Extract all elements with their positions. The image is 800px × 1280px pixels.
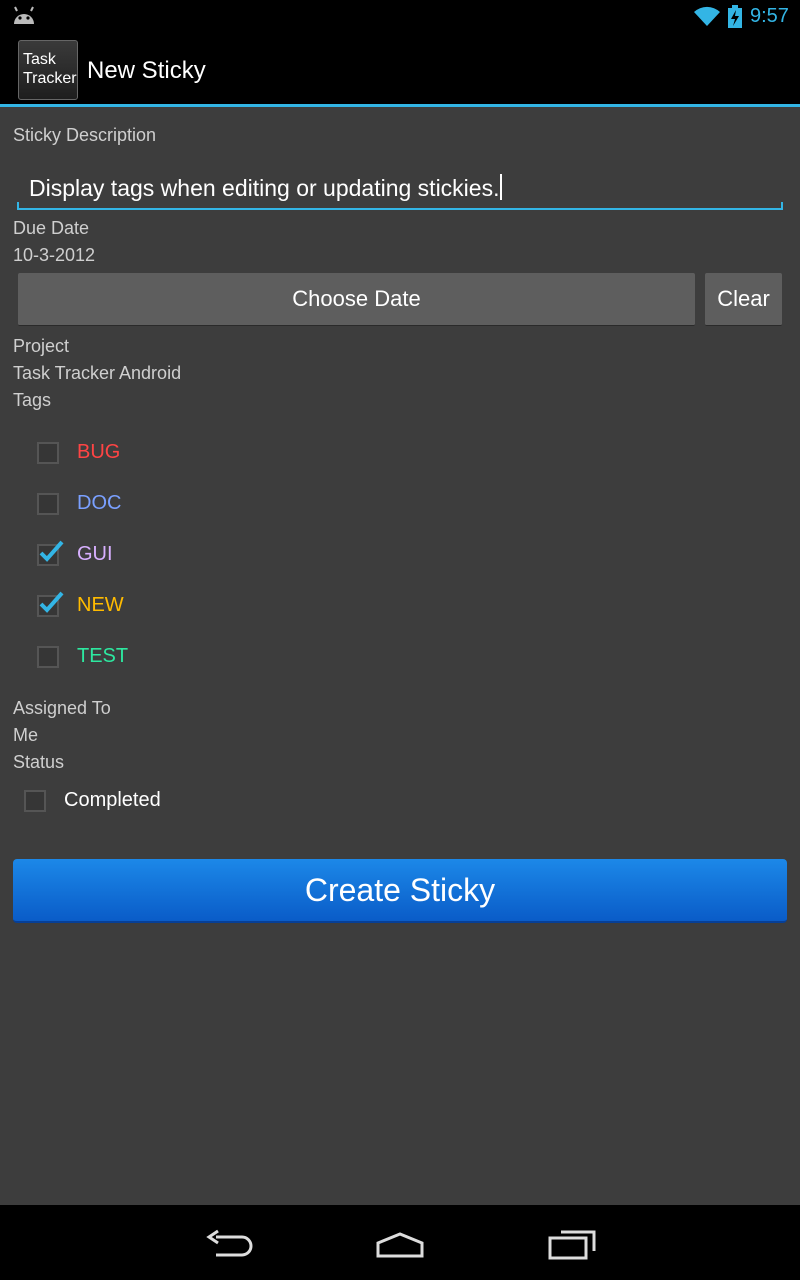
page-title: New Sticky [87, 57, 206, 84]
tag-checkbox-doc[interactable]: DOC [37, 492, 337, 533]
android-icon [14, 6, 34, 24]
status-bar: 9:57 [0, 0, 800, 33]
tag-checkbox-bug[interactable]: BUG [37, 441, 337, 482]
tag-checkbox-test[interactable]: TEST [37, 645, 337, 686]
due-date-value: 10-3-2012 [13, 245, 96, 265]
checkmark-icon [37, 589, 65, 617]
project-label: Project [13, 336, 70, 356]
app-logo-line1: Task [23, 51, 56, 68]
create-sticky-button[interactable]: Create Sticky [13, 859, 787, 923]
checkbox-box[interactable] [37, 646, 59, 668]
app-logo[interactable]: Task Tracker [18, 40, 78, 100]
description-text: Display tags when editing or updating st… [29, 175, 500, 201]
app-logo-line2: Tracker [23, 70, 77, 87]
tag-label: TEST [77, 645, 129, 667]
home-icon[interactable] [375, 1231, 425, 1259]
checkmark-icon [37, 538, 65, 566]
checkbox-box[interactable] [37, 493, 59, 515]
choose-date-button[interactable]: Choose Date [18, 273, 695, 326]
assigned-to-value: Me [13, 725, 39, 745]
description-input[interactable]: Display tags when editing or updating st… [17, 160, 783, 210]
back-icon[interactable] [206, 1229, 254, 1259]
text-cursor [500, 174, 503, 200]
wifi-icon [694, 6, 720, 26]
tag-label: BUG [77, 441, 121, 463]
checkbox-box[interactable] [37, 442, 59, 464]
status-label: Status [13, 752, 65, 772]
project-value: Task Tracker Android [13, 363, 182, 383]
due-date-label: Due Date [13, 218, 90, 238]
clear-date-button[interactable]: Clear [705, 273, 782, 326]
action-bar: Task Tracker New Sticky [0, 33, 800, 107]
tag-label: NEW [77, 594, 124, 616]
navigation-bar [0, 1205, 800, 1280]
completed-checkbox[interactable]: Completed [24, 789, 324, 830]
tags-label: Tags [13, 390, 52, 410]
checkbox-box[interactable] [24, 790, 46, 812]
tag-label: DOC [77, 492, 122, 514]
description-label: Sticky Description [13, 125, 157, 145]
completed-label: Completed [64, 789, 161, 811]
recent-apps-icon[interactable] [547, 1229, 597, 1261]
tag-label: GUI [77, 543, 113, 565]
clock: 9:57 [750, 5, 789, 27]
tag-checkbox-gui[interactable]: GUI [37, 540, 337, 584]
assigned-to-label: Assigned To [13, 698, 111, 718]
tag-checkbox-new[interactable]: NEW [37, 591, 337, 635]
battery-charging-icon [728, 5, 742, 28]
